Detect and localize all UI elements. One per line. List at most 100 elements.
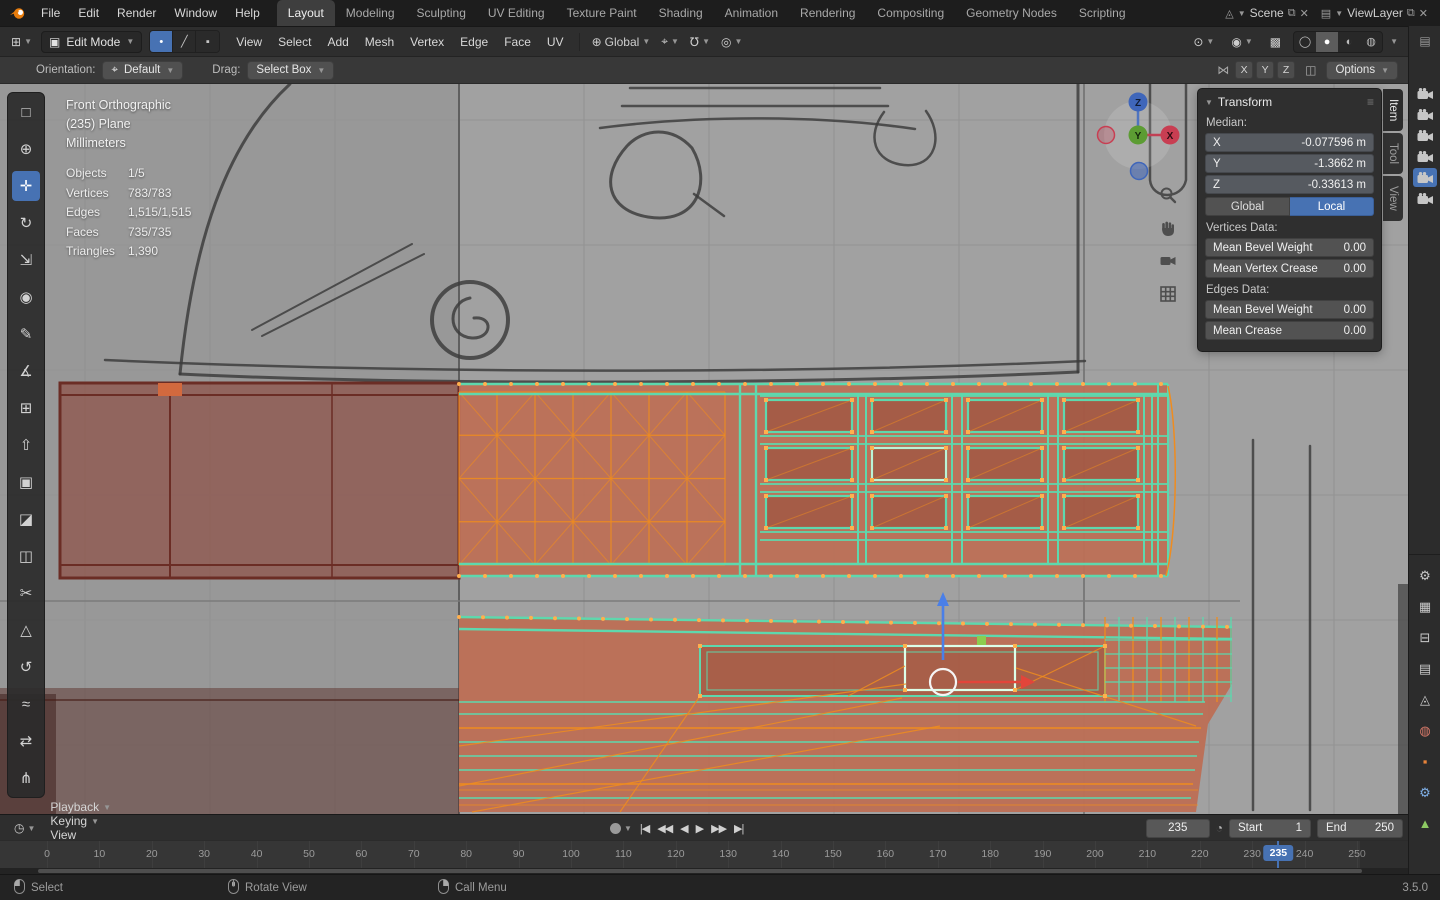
edge-slide-tool[interactable]: ⇄: [12, 726, 40, 756]
viewport-3d[interactable]: □ ⊕ ✛ ↻ ⇲ ◉ ✎ ∡ ⊞ ⇧ ▣ ◪ ◫ ✂ △ ↺ ≈ ⇄ ⋔ Front Orthographic (…: [0, 84, 1408, 814]
solid-shading-button[interactable]: ●: [1316, 31, 1339, 52]
object-icon[interactable]: ▪: [1423, 755, 1428, 769]
workspace-tab-compositing[interactable]: Compositing: [866, 0, 955, 26]
pivot-point-dropdown[interactable]: ⌖ ▼: [656, 31, 684, 52]
workspace-tab-modeling[interactable]: Modeling: [335, 0, 406, 26]
viewport-menu-select[interactable]: Select: [270, 32, 319, 52]
xray-toggle[interactable]: ▩: [1265, 32, 1286, 52]
tool-icon[interactable]: ⚙: [1419, 569, 1431, 583]
edge-mean-crease-field[interactable]: Mean Crease 0.00: [1205, 321, 1374, 340]
workspace-tab-layout[interactable]: Layout: [276, 0, 335, 26]
timeline-menu-keying[interactable]: Keying ▼: [42, 814, 119, 828]
camera-icon[interactable]: [1413, 126, 1437, 145]
global-button[interactable]: Global: [1205, 197, 1290, 216]
material-shading-button[interactable]: ◐: [1338, 32, 1360, 52]
poly-build-tool[interactable]: △: [12, 615, 40, 645]
vertex-mean-vertex-crease-field[interactable]: Mean Vertex Crease 0.00: [1205, 259, 1374, 278]
rendered-shading-button[interactable]: ◍: [1360, 32, 1382, 52]
scene-icon[interactable]: ◬: [1420, 693, 1430, 707]
overlays-dropdown[interactable]: ◉ ▼: [1226, 32, 1257, 52]
viewlayer-icon[interactable]: ▤: [1419, 662, 1431, 676]
timeline-menu-playback[interactable]: Playback ▼: [42, 800, 119, 814]
playback-sync-icon[interactable]: ◔: [1216, 821, 1223, 835]
play-reverse-button[interactable]: ◀: [680, 822, 689, 835]
modifiers-icon[interactable]: ⚙: [1419, 786, 1431, 800]
wireframe-shading-button[interactable]: ◯: [1294, 32, 1316, 52]
close-scene-icon[interactable]: ✕: [1300, 7, 1309, 20]
transform-tool[interactable]: ◉: [12, 282, 40, 312]
pan-hand-icon[interactable]: [1157, 217, 1179, 239]
transform-orientation-dropdown[interactable]: ⊕ Global ▼: [587, 32, 656, 52]
show-gizmos-dropdown[interactable]: ⊙ ▼: [1188, 32, 1219, 52]
render-icon[interactable]: ▦: [1419, 600, 1431, 614]
jump-end-button[interactable]: ▶|: [734, 822, 744, 835]
next-keyframe-button[interactable]: ▶▶: [711, 822, 727, 835]
new-viewlayer-icon[interactable]: ⧉: [1407, 7, 1415, 20]
jump-start-button[interactable]: |◀: [640, 822, 650, 835]
mode-dropdown[interactable]: ▣ Edit Mode ▼: [40, 30, 143, 53]
data-icon[interactable]: ▲: [1419, 817, 1432, 831]
new-scene-icon[interactable]: ⧉: [1288, 7, 1296, 20]
workspace-tab-shading[interactable]: Shading: [648, 0, 714, 26]
menu-render[interactable]: Render: [108, 6, 165, 20]
current-frame-field[interactable]: 235: [1145, 818, 1210, 838]
mirror-y-button[interactable]: Y: [1256, 61, 1275, 79]
rip-region-tool[interactable]: ⋔: [12, 763, 40, 793]
scale-tool[interactable]: ⇲: [12, 245, 40, 275]
camera-icon[interactable]: [1413, 105, 1437, 124]
viewport-menu-view[interactable]: View: [228, 32, 270, 52]
inset-faces-tool[interactable]: ▣: [12, 467, 40, 497]
sidebar-tab-view[interactable]: View: [1383, 176, 1403, 222]
grid-toggle-icon[interactable]: [1157, 283, 1179, 305]
workspace-tab-rendering[interactable]: Rendering: [789, 0, 866, 26]
cursor-tool[interactable]: ⊕: [12, 134, 40, 164]
timeline-ruler[interactable]: 0 10 20 30 40 50 60 70 80 90 100 110 120 130 140 150 160…: [0, 840, 1408, 868]
viewlayer-name[interactable]: ViewLayer: [1347, 6, 1403, 20]
record-button[interactable]: ▼: [610, 822, 632, 834]
timeline-editor-button[interactable]: ◷ ▼: [9, 818, 40, 838]
viewport-menu-face[interactable]: Face: [496, 32, 539, 52]
camera-icon[interactable]: [1413, 189, 1437, 208]
workspace-tab-uv-editing[interactable]: UV Editing: [477, 0, 556, 26]
scrollbar-thumb[interactable]: [38, 869, 1362, 873]
prev-keyframe-button[interactable]: ◀◀: [657, 822, 673, 835]
rotate-tool[interactable]: ↻: [12, 208, 40, 238]
sidebar-tab-tool[interactable]: Tool: [1383, 133, 1403, 175]
world-icon[interactable]: ◍: [1419, 724, 1430, 738]
bevel-tool[interactable]: ◪: [12, 504, 40, 534]
camera-icon[interactable]: [1413, 84, 1437, 103]
spin-tool[interactable]: ↺: [12, 652, 40, 682]
axis-neg-x-handle[interactable]: [1096, 125, 1116, 145]
sidebar-tab-item[interactable]: Item: [1383, 89, 1403, 132]
camera-icon[interactable]: [1413, 168, 1437, 187]
snap-target-icon[interactable]: ◫: [1305, 63, 1316, 77]
axis-neg-z-handle[interactable]: [1129, 161, 1149, 181]
knife-tool[interactable]: ✂: [12, 578, 40, 608]
annotate-tool[interactable]: ✎: [12, 319, 40, 349]
editor-type-button[interactable]: ⊞ ▼: [6, 32, 37, 52]
orientation-setting-dropdown[interactable]: ⌖ Default ▼: [102, 60, 184, 80]
blender-logo-icon[interactable]: [9, 6, 26, 20]
workspace-tab-geometry-nodes[interactable]: Geometry Nodes: [955, 0, 1068, 26]
face-select-button[interactable]: ▪: [196, 31, 220, 52]
options-dropdown[interactable]: Options ▼: [1326, 60, 1398, 80]
play-button[interactable]: ▶: [696, 822, 705, 835]
output-icon[interactable]: ⊟: [1420, 631, 1431, 645]
camera-view-icon[interactable]: [1157, 250, 1179, 272]
drag-setting-dropdown[interactable]: Select Box ▼: [247, 60, 335, 80]
vertex-mean-bevel-weight-field[interactable]: Mean Bevel Weight 0.00: [1205, 238, 1374, 257]
zoom-icon[interactable]: [1157, 184, 1179, 206]
median-x-field[interactable]: X -0.077596 m: [1205, 133, 1374, 152]
snap-dropdown[interactable]: ℧ ▼: [685, 32, 715, 52]
current-frame-badge[interactable]: 235: [1263, 845, 1294, 861]
outliner-editor-icon[interactable]: ▤: [1409, 34, 1440, 48]
menu-window[interactable]: Window: [165, 6, 226, 20]
loop-cut-tool[interactable]: ◫: [12, 541, 40, 571]
move-tool[interactable]: ✛: [12, 171, 40, 201]
workspace-tab-texture-paint[interactable]: Texture Paint: [556, 0, 648, 26]
remove-viewlayer-icon[interactable]: ✕: [1419, 7, 1428, 20]
panel-grip-icon[interactable]: ≡: [1367, 95, 1374, 109]
collapse-icon[interactable]: ▼: [1205, 98, 1213, 107]
viewport-menu-uv[interactable]: UV: [539, 32, 572, 52]
menu-edit[interactable]: Edit: [69, 6, 108, 20]
